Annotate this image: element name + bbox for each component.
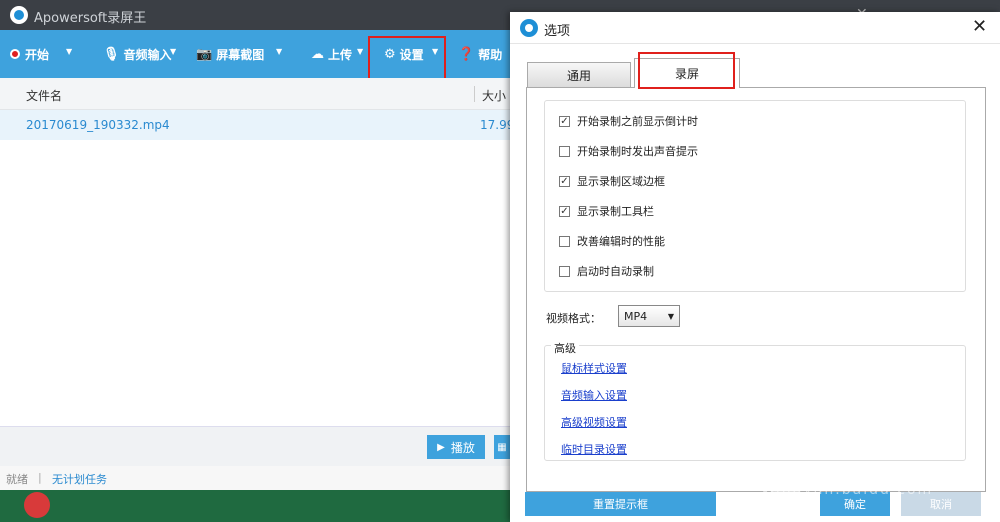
record-icon (10, 49, 20, 59)
scheduled-tasks-link[interactable]: 无计划任务 (52, 471, 107, 487)
chevron-down-icon: ▼ (667, 312, 674, 321)
settings-highlight (368, 36, 446, 84)
checkbox[interactable]: ✓ (559, 205, 570, 217)
microphone-icon: 🎙 (103, 46, 120, 62)
record-shortcut-icon[interactable] (24, 492, 50, 518)
screenshot-button[interactable]: 📷 屏幕截图 (196, 45, 264, 63)
status-ready: 就绪 (6, 473, 28, 486)
record-options-group: ✓ 开始录制之前显示倒计时 开始录制时发出声音提示 ✓ 显示录制区域边框 ✓ 显… (544, 100, 966, 292)
app-logo-icon (10, 6, 28, 24)
advanced-video-settings-link[interactable]: 高级视频设置 (561, 414, 627, 430)
screenshot-dropdown-caret[interactable]: ▼ (276, 47, 282, 56)
option-sound[interactable]: 开始录制时发出声音提示 (559, 143, 698, 159)
video-format-select[interactable]: MP4 ▼ (618, 305, 680, 327)
column-divider[interactable] (474, 86, 475, 102)
option-label: 开始录制之前显示倒计时 (577, 115, 698, 128)
dialog-title: 选项 (544, 24, 571, 39)
option-label: 显示录制区域边框 (577, 175, 665, 188)
option-border[interactable]: ✓ 显示录制区域边框 (559, 173, 665, 189)
audio-input-button[interactable]: 🎙 音频输入 (103, 45, 172, 63)
more-actions-button[interactable]: ▦ (494, 435, 510, 459)
file-list-header: 文件名 大小 (0, 78, 510, 110)
status-bar: 就绪 | 无计划任务 (0, 466, 510, 490)
baidu-watermark: Bai du 经验 (760, 418, 965, 522)
column-filename[interactable]: 文件名 (26, 87, 62, 104)
help-button[interactable]: ❓ 帮助 (458, 45, 502, 63)
upload-button[interactable]: ☁ 上传 (311, 45, 352, 63)
play-button[interactable]: ▶ 播放 (427, 435, 485, 459)
upload-label: 上传 (328, 47, 353, 62)
advanced-label: 高级 (551, 340, 579, 356)
record-tab-highlight (638, 52, 735, 89)
camera-icon: 📷 (196, 46, 213, 62)
checkbox[interactable] (559, 235, 570, 247)
option-label: 启动时自动录制 (577, 265, 654, 278)
table-row[interactable]: 20170619_190332.mp4 17.99 (0, 110, 514, 140)
desktop-strip (0, 490, 510, 522)
help-icon: ❓ (458, 46, 475, 62)
status-separator: | (38, 471, 42, 484)
audio-input-label: 音频输入 (123, 47, 172, 62)
app-title: Apowersoft录屏王 (34, 11, 147, 26)
start-label: 开始 (25, 47, 50, 62)
checkbox[interactable] (559, 145, 570, 157)
option-performance[interactable]: 改善编辑时的性能 (559, 233, 665, 249)
main-window: 开始 ▼ 🎙 音频输入 ▼ 📷 屏幕截图 ▼ ☁ 上传 ▼ ⚙ 设置 ▼ ❓ 帮… (0, 0, 514, 522)
option-label: 开始录制时发出声音提示 (577, 145, 698, 158)
start-dropdown-caret[interactable]: ▼ (66, 47, 72, 56)
cloud-upload-icon: ☁ (311, 46, 324, 62)
dialog-close-button[interactable]: ✕ (972, 16, 987, 37)
screenshot-label: 屏幕截图 (216, 47, 265, 62)
baidu-watermark-url: jingyan.baidu.com (770, 482, 934, 498)
mouse-style-settings-link[interactable]: 鼠标样式设置 (561, 360, 627, 376)
tab-general[interactable]: 通用 (527, 62, 631, 88)
checkbox[interactable]: ✓ (559, 175, 570, 187)
dialog-logo-icon (520, 19, 538, 37)
upload-dropdown-caret[interactable]: ▼ (357, 47, 363, 56)
option-auto-record[interactable]: 启动时自动录制 (559, 263, 654, 279)
option-label: 显示录制工具栏 (577, 205, 654, 218)
audio-input-settings-link[interactable]: 音频输入设置 (561, 387, 627, 403)
reset-prompts-button[interactable]: 重置提示框 (525, 492, 716, 516)
option-countdown[interactable]: ✓ 开始录制之前显示倒计时 (559, 113, 698, 129)
help-label: 帮助 (478, 47, 503, 62)
audio-dropdown-caret[interactable]: ▼ (170, 47, 176, 56)
start-button[interactable]: 开始 (10, 45, 49, 63)
checkbox[interactable] (559, 265, 570, 277)
play-label: 播放 (450, 440, 475, 455)
file-name: 20170619_190332.mp4 (26, 118, 170, 132)
checkbox[interactable]: ✓ (559, 115, 570, 127)
temp-directory-settings-link[interactable]: 临时目录设置 (561, 441, 627, 457)
action-bar: ▶ 播放 ▦ (0, 426, 510, 466)
main-toolbar: 开始 ▼ 🎙 音频输入 ▼ 📷 屏幕截图 ▼ ☁ 上传 ▼ ⚙ 设置 ▼ ❓ 帮… (0, 30, 510, 84)
play-icon: ▶ (437, 441, 445, 453)
column-size[interactable]: 大小 (482, 87, 506, 104)
option-label: 改善编辑时的性能 (577, 235, 665, 248)
video-format-label: 视频格式： (546, 312, 601, 325)
video-format-value: MP4 (624, 309, 648, 323)
dialog-titlebar: 选项 ✕ (510, 12, 1000, 44)
option-toolbar[interactable]: ✓ 显示录制工具栏 (559, 203, 654, 219)
